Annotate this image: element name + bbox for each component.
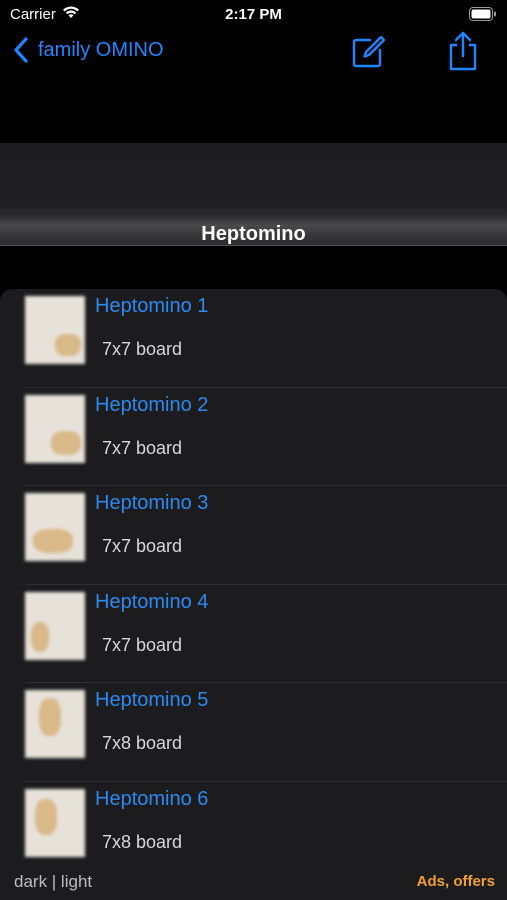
item-subtitle: 7x8 board — [102, 831, 183, 852]
list-item[interactable]: Heptomino 6 7x8 board — [0, 782, 507, 861]
list-item[interactable]: Heptomino 1 7x7 board — [0, 289, 507, 388]
list-item[interactable]: Heptomino 2 7x7 board — [0, 388, 507, 486]
item-title: Heptomino 2 — [95, 393, 209, 416]
screen: Carrier 2:17 PM family OMINO Heptomino H… — [0, 0, 507, 900]
back-button[interactable]: family OMINO — [12, 36, 164, 64]
puzzle-thumbnail — [25, 591, 85, 660]
theme-toggle[interactable]: dark | light — [14, 872, 92, 892]
item-title: Heptomino 6 — [95, 787, 209, 810]
list-item[interactable]: Heptomino 3 7x7 board — [0, 486, 507, 585]
item-subtitle: 7x8 board — [102, 733, 183, 753]
ads-offers-link[interactable]: Ads, offers — [417, 873, 495, 890]
status-time: 2:17 PM — [225, 6, 282, 23]
share-icon[interactable] — [445, 30, 481, 72]
section-title: Heptomino — [201, 223, 306, 245]
list-item[interactable]: Heptomino 4 7x7 board — [0, 585, 507, 683]
chevron-left-icon — [14, 37, 28, 63]
status-bar: Carrier 2:17 PM — [0, 0, 507, 30]
section-divider — [0, 245, 507, 246]
section-header: Heptomino — [0, 143, 507, 246]
nav-bar: family OMINO — [0, 30, 507, 78]
item-subtitle: 7x7 board — [102, 634, 183, 655]
back-label: family OMINO — [38, 38, 164, 61]
puzzle-thumbnail — [25, 296, 85, 364]
item-title: Heptomino 5 — [95, 689, 209, 711]
battery-icon — [469, 7, 496, 21]
item-title: Heptomino 3 — [95, 492, 209, 514]
item-subtitle: 7x7 board — [102, 437, 183, 458]
item-subtitle: 7x7 board — [102, 536, 183, 556]
puzzle-thumbnail — [25, 394, 85, 463]
list-item[interactable]: Heptomino 5 7x8 board — [0, 683, 507, 782]
puzzle-thumbnail — [25, 788, 85, 857]
puzzle-list: Heptomino 1 7x7 board Heptomino 2 7x7 bo… — [0, 289, 507, 860]
puzzle-thumbnail — [25, 493, 85, 561]
item-title: Heptomino 1 — [95, 295, 209, 317]
item-title: Heptomino 4 — [95, 590, 209, 613]
compose-icon[interactable] — [350, 34, 386, 70]
item-subtitle: 7x7 board — [102, 339, 183, 359]
bottom-bar: dark | light Ads, offers — [0, 860, 507, 900]
puzzle-thumbnail — [25, 690, 85, 758]
